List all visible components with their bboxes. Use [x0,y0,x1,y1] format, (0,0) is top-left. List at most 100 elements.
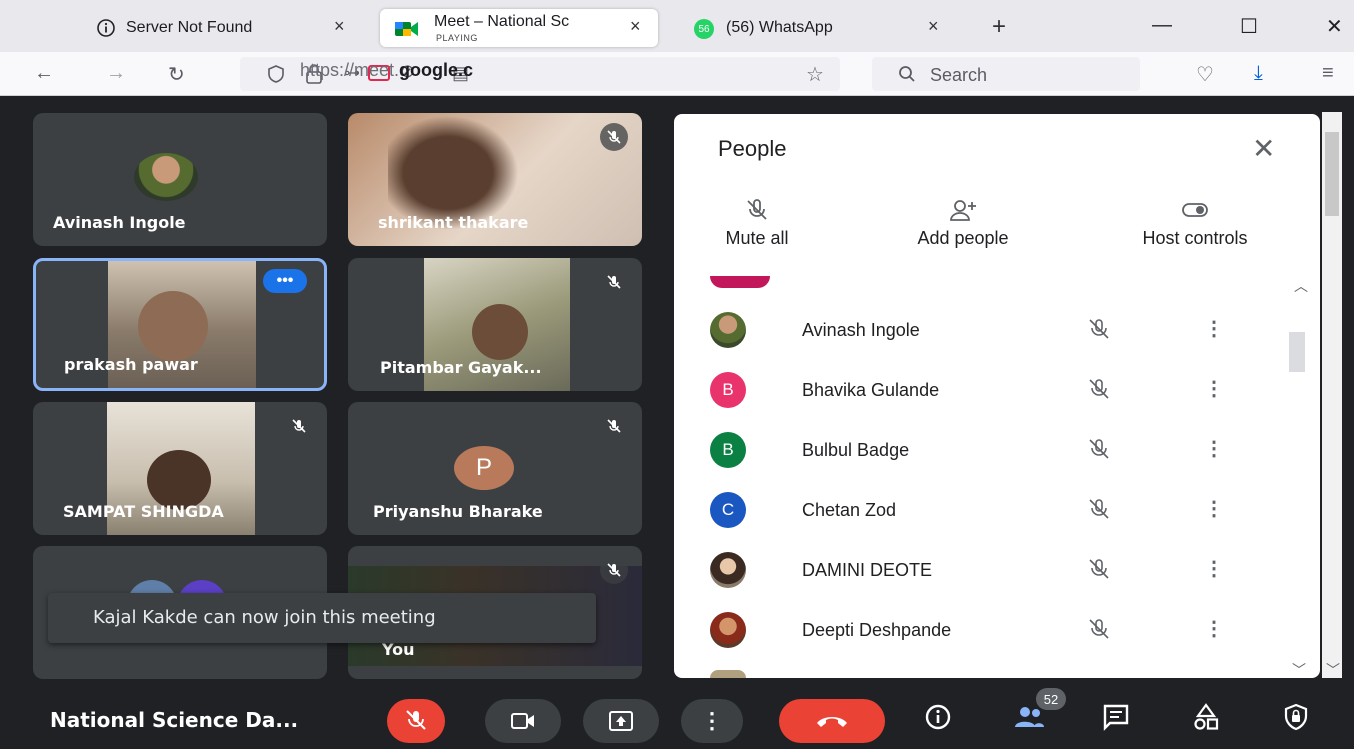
participant-name: SAMPAT SHINGDA [63,502,224,521]
more-options-icon[interactable]: ⋮ [1204,496,1224,521]
host-controls-button[interactable]: Host controls [1110,198,1280,249]
whatsapp-icon: 56 [694,19,714,39]
back-arrow-icon[interactable]: ← [34,62,54,85]
mic-off-icon [1089,379,1109,399]
present-screen-button[interactable] [583,699,659,743]
avatar: P [454,446,514,490]
participant-row[interactable]: B Bulbul Badge ⋮ [710,430,1290,470]
maximize-button[interactable]: ☐ [1240,14,1258,39]
avatar [710,312,746,348]
url-text[interactable]: https://meet.google.c [300,60,570,81]
add-person-icon [950,200,976,221]
tab-whatsapp[interactable]: 56 (56) WhatsApp × [686,9,964,47]
mic-off-icon [1089,619,1109,639]
meeting-title[interactable]: National Science Da... [50,708,298,732]
participant-count-badge: 52 [1036,688,1066,710]
chat-button[interactable] [1102,703,1130,731]
participant-name: Bulbul Badge [802,440,910,460]
tab-close-button[interactable]: × [630,16,641,37]
avatar: B [710,372,746,408]
action-label: Mute all [725,228,789,248]
participant-name: Bhavika Gulande [802,380,940,400]
reload-icon[interactable]: ↻ [168,62,185,87]
tab-label: (56) WhatsApp [726,19,833,36]
leave-call-button[interactable] [779,699,885,743]
participant-row[interactable]: DAMINI DEOTE ⋮ [710,550,1290,590]
more-options-icon[interactable]: ⋮ [1204,616,1224,641]
toast-message: Kajal Kakde can now join this meeting [93,607,436,628]
page-scroll-down-icon[interactable]: ﹀ [1326,660,1340,680]
more-options-icon[interactable]: ⋮ [1204,376,1224,401]
participant-row[interactable]: Deepti Deshpande ⋮ [710,610,1290,650]
participant-tile-selected[interactable]: ••• prakash pawar [33,258,327,391]
tab-close-button[interactable]: × [334,16,345,37]
list-item-partial [710,276,770,288]
activities-button[interactable] [1192,703,1220,731]
more-vert-icon: ⋮ [701,708,723,733]
mute-all-button[interactable]: Mute all [712,198,802,249]
download-icon[interactable]: ⤓ [1254,62,1263,85]
avatar [710,612,746,648]
participant-tile[interactable]: P Priyanshu Bharake [348,402,642,535]
participant-name: Avinash Ingole [53,213,186,232]
mic-off-icon [1089,439,1109,459]
mic-off-icon [600,412,628,440]
participant-row[interactable]: B Bhavika Gulande ⋮ [710,370,1290,410]
url-domain: google.c [399,60,474,80]
forward-arrow-icon[interactable]: → [106,62,126,85]
participant-name: Chetan Zod [802,500,897,520]
info-icon [925,704,951,730]
pocket-icon[interactable]: ♡ [1196,62,1214,87]
host-controls-button[interactable] [1282,703,1310,731]
mic-toggle-button[interactable] [387,699,445,743]
new-tab-button[interactable]: + [992,13,1006,41]
participant-name: shrikant thakare [378,213,529,232]
menu-icon[interactable]: ≡ [1322,62,1334,85]
minimize-button[interactable]: — [1152,14,1172,37]
participant-name: Pitambar Gayak... [380,358,542,377]
url-prefix: https://meet. [300,60,400,80]
list-scrollbar[interactable] [1289,332,1305,372]
page-scrollbar-thumb[interactable] [1325,132,1339,216]
tab-meet[interactable]: Meet – National Sc PLAYING × [380,9,658,47]
mic-off-icon [1089,559,1109,579]
hang-up-icon [817,717,847,727]
tab-server-not-found[interactable]: Server Not Found × [88,9,368,47]
people-panel: People ✕ Mute all Add people Host contro… [674,114,1320,678]
participant-tile[interactable]: shrikant thakare [348,113,642,246]
toggle-icon [1182,203,1208,217]
more-options-icon[interactable]: ⋮ [1204,556,1224,581]
search-box[interactable]: Search [872,57,1140,91]
participant-tile[interactable]: Pitambar Gayak... [348,258,642,391]
window-close-button[interactable]: ✕ [1326,14,1343,39]
present-icon [609,711,633,731]
camera-toggle-button[interactable] [485,699,561,743]
chat-icon [1103,704,1129,731]
close-panel-button[interactable]: ✕ [1252,132,1275,165]
meeting-details-button[interactable] [924,703,952,731]
bookmark-star-icon[interactable]: ☆ [806,62,824,87]
mic-off-icon [285,412,313,440]
mic-off-icon [1089,319,1109,339]
participant-tile[interactable]: SAMPAT SHINGDA [33,402,327,535]
tab-close-button[interactable]: × [928,16,939,37]
shield-icon [268,65,284,83]
participant-name: Priyanshu Bharake [373,502,543,521]
scroll-down-icon[interactable]: ﹀ [1292,660,1306,680]
info-icon [97,19,115,37]
notification-toast: Kajal Kakde can now join this meeting [48,593,596,643]
add-people-button[interactable]: Add people [888,198,1038,249]
action-label: Add people [917,228,1009,248]
more-options-icon[interactable]: ⋮ [1204,436,1224,461]
participant-name: DAMINI DEOTE [802,560,933,580]
participant-row[interactable]: C Chetan Zod ⋮ [710,490,1290,530]
mic-off-icon [600,123,628,151]
more-options-button[interactable]: ⋮ [681,699,743,743]
participant-row[interactable]: Avinash Ingole ⋮ [710,310,1290,350]
avatar: B [710,432,746,468]
more-options-button[interactable]: ••• [263,269,307,293]
list-item-partial [710,670,746,678]
scroll-up-icon[interactable]: ︿ [1294,276,1308,296]
participant-tile[interactable]: Avinash Ingole [33,113,327,246]
more-options-icon[interactable]: ⋮ [1204,316,1224,341]
